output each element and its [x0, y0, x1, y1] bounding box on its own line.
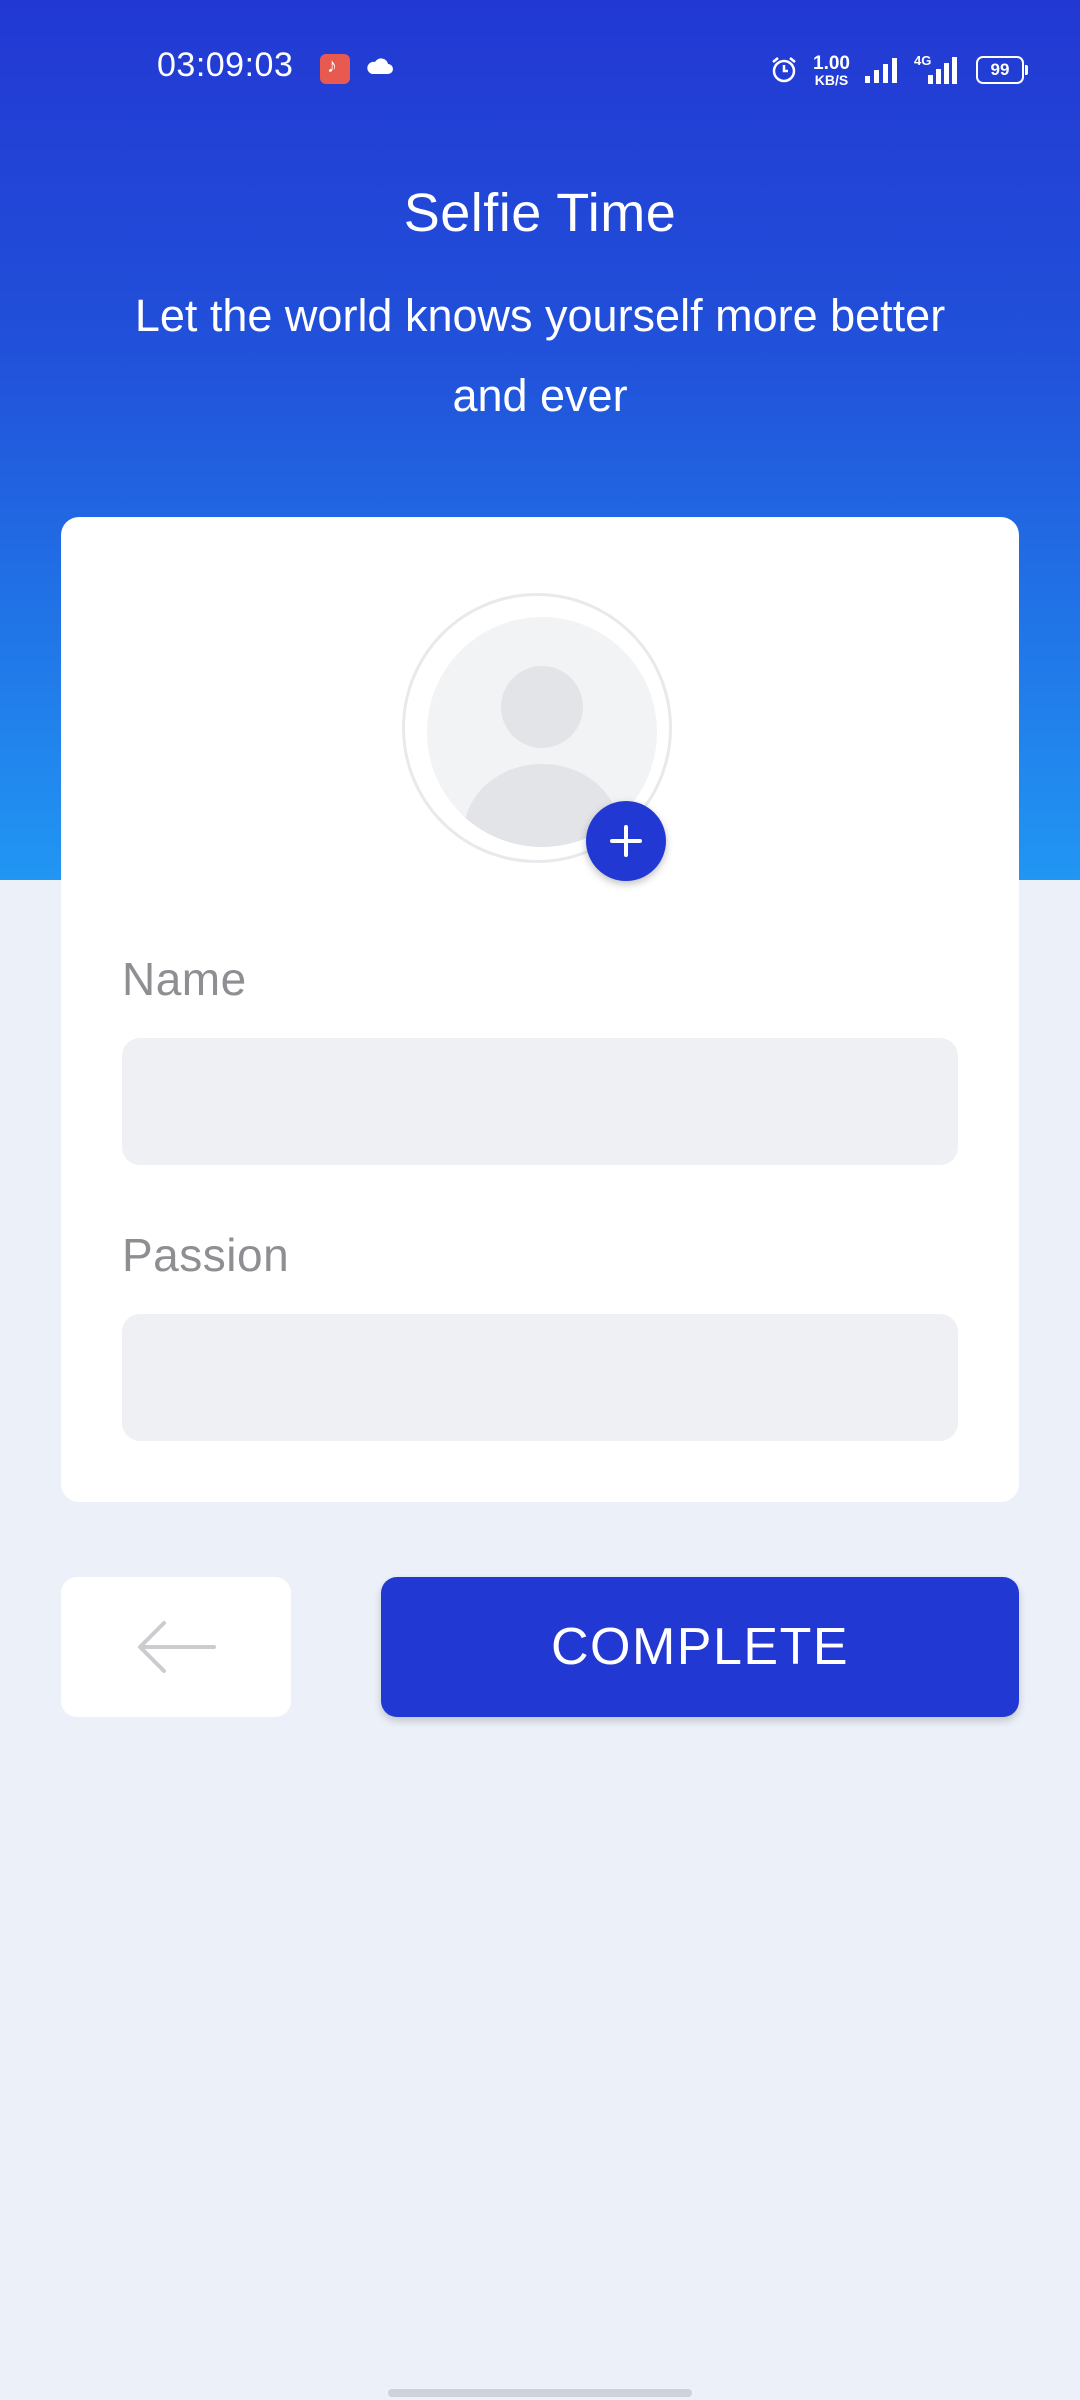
complete-button[interactable]: COMPLETE: [381, 1577, 1019, 1717]
cloud-icon: [367, 58, 393, 74]
battery-icon: 99: [976, 56, 1028, 84]
home-indicator[interactable]: [388, 2389, 692, 2397]
battery-level: 99: [990, 60, 1010, 79]
music-app-icon: [320, 54, 350, 84]
status-bar: 03:09:03 1.00 KB/S 4G: [0, 0, 1080, 136]
status-right-group: 1.00 KB/S 4G 99: [769, 50, 1028, 90]
network-speed: 1.00 KB/S: [813, 54, 850, 87]
page-subtitle: Let the world knows yourself more better…: [134, 290, 946, 421]
add-photo-button[interactable]: [586, 801, 666, 881]
plus-icon: [610, 825, 642, 857]
alarm-icon: [772, 57, 796, 83]
back-button[interactable]: [61, 1577, 291, 1717]
network-speed-value: 1.00: [813, 52, 850, 74]
signal-icon: [865, 58, 897, 83]
passion-input[interactable]: [122, 1314, 958, 1441]
name-label: Name: [122, 953, 247, 1005]
network-speed-unit: KB/S: [814, 71, 849, 88]
status-time: 03:09:03: [157, 46, 294, 84]
name-input[interactable]: [122, 1038, 958, 1165]
page-title: Selfie Time: [403, 183, 677, 243]
passion-label: Passion: [122, 1229, 290, 1281]
signal-4g-icon: 4G: [914, 53, 962, 85]
arrow-left-icon: [138, 1621, 216, 1673]
profile-card: Name Passion: [61, 517, 1019, 1502]
